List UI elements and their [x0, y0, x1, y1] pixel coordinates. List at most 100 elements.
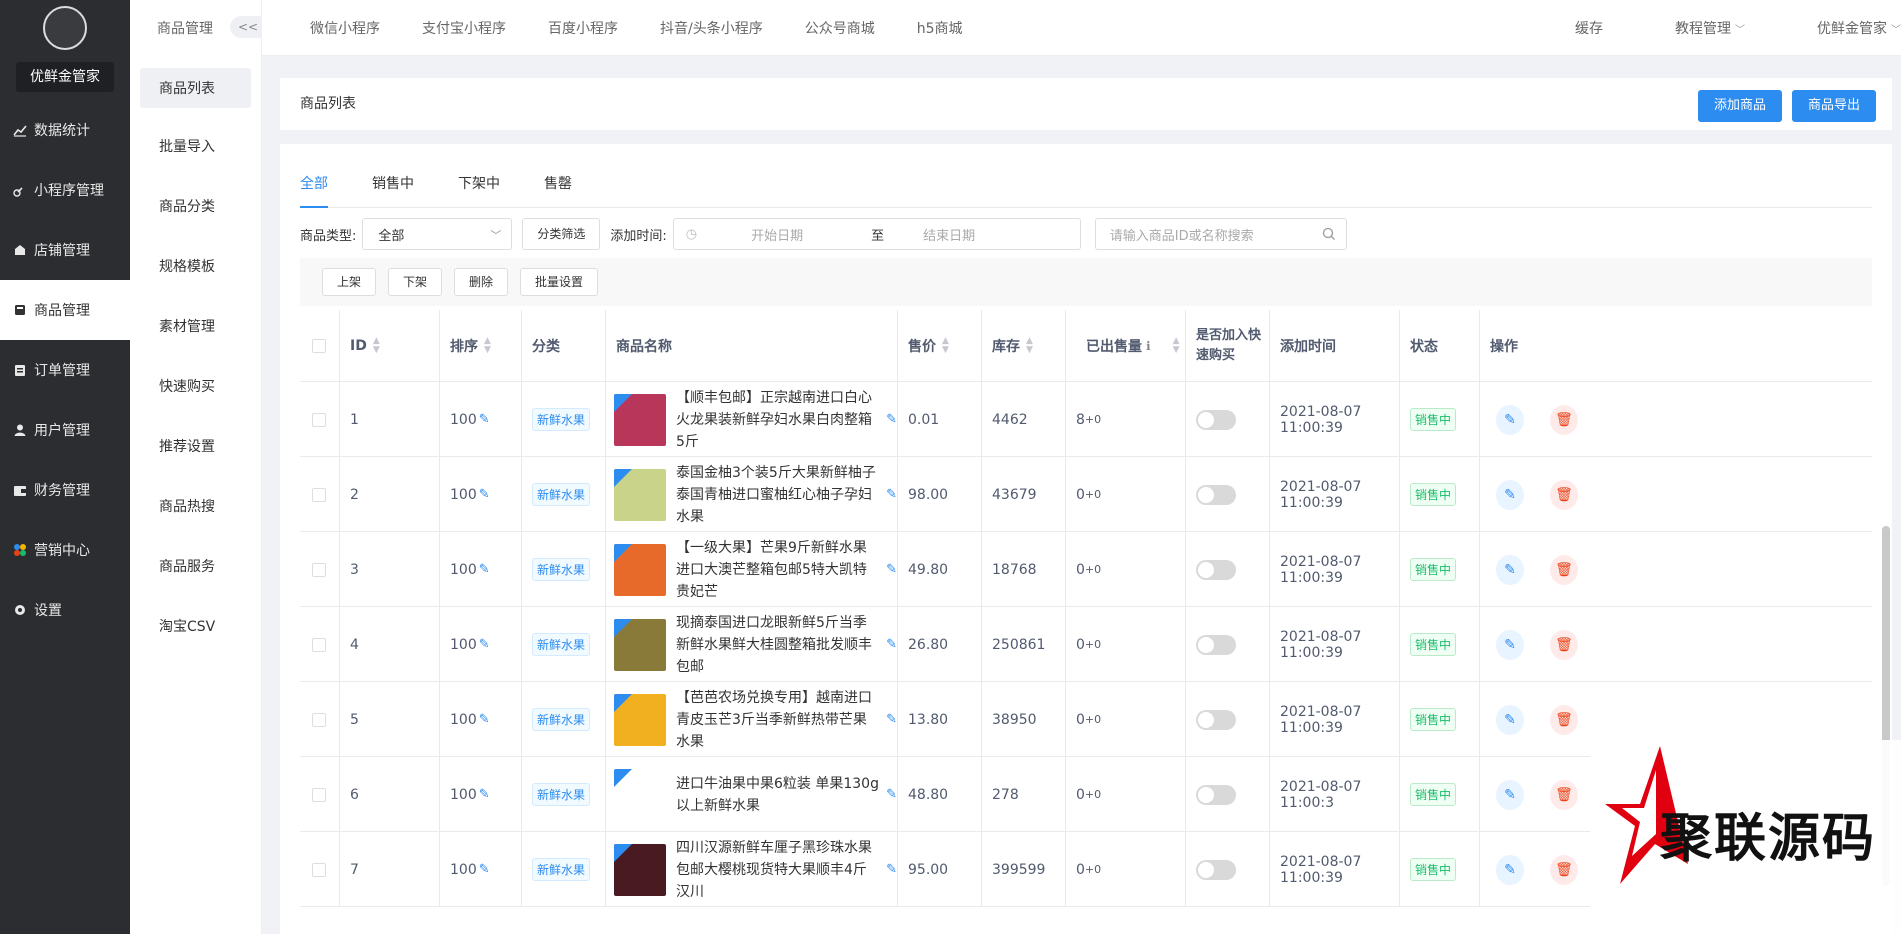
edit-sort-icon[interactable]: ✎ [479, 862, 490, 877]
edit-sort-icon[interactable]: ✎ [479, 562, 490, 577]
edit-sort-icon[interactable]: ✎ [479, 637, 490, 652]
info-icon[interactable]: ℹ [1146, 339, 1151, 353]
sidebar-item-3[interactable]: 店铺管理 [0, 220, 130, 280]
sort-icon[interactable]: ▲ ▼ [373, 337, 380, 355]
sidebar-item-2[interactable]: 小程序管理 [0, 160, 130, 220]
subnav-item[interactable]: 商品服务 [130, 536, 261, 596]
product-name[interactable]: 四川汉源新鲜车厘子黑珍珠水果包邮大樱桃现货特大果顺丰4斤汉川 [676, 837, 880, 903]
edit-sort-icon[interactable]: ✎ [479, 487, 490, 502]
edit-button[interactable]: ✎ [1496, 404, 1524, 435]
subnav-item[interactable]: 推荐设置 [130, 416, 261, 476]
edit-name-icon[interactable]: ✎ [886, 487, 897, 502]
edit-button[interactable]: ✎ [1496, 479, 1524, 510]
row-checkbox[interactable] [312, 562, 326, 577]
quick-buy-toggle[interactable] [1196, 409, 1236, 430]
edit-button[interactable]: ✎ [1496, 554, 1524, 585]
sidebar-item-8[interactable]: 营销中心 [0, 520, 130, 580]
product-name[interactable]: 【芭芭农场兑换专用】越南进口青皮玉芒3斤当季新鲜热带芒果水果 [676, 687, 880, 753]
cache-link[interactable]: 缓存 [1575, 18, 1603, 38]
status-tab[interactable]: 全部 [300, 174, 328, 208]
shelve-button[interactable]: 上架 [322, 268, 377, 296]
platform-tab[interactable]: 微信小程序 [310, 18, 380, 38]
avatar[interactable] [43, 6, 87, 50]
product-name[interactable]: 现摘泰国进口龙眼新鲜5斤当季新鲜水果鲜大桂圆整箱批发顺丰包邮 [676, 612, 880, 678]
delete-button[interactable]: 🗑 [1550, 629, 1578, 660]
batch-settings-button[interactable]: 批量设置 [520, 268, 599, 296]
start-date[interactable]: 开始日期 [751, 225, 871, 244]
status-tab[interactable]: 销售中 [372, 174, 414, 208]
user-menu[interactable]: 优鲜金管家 ﹀ [1781, 18, 1901, 38]
sidebar-item-1[interactable]: 数据统计 [0, 100, 130, 160]
product-name[interactable]: 进口牛油果中果6粒装 单果130g以上新鲜水果 [676, 773, 880, 817]
delete-button[interactable]: 🗑 [1550, 854, 1578, 885]
edit-button[interactable]: ✎ [1496, 779, 1524, 810]
sidebar-item-9[interactable]: 设置 [0, 580, 130, 640]
row-checkbox[interactable] [312, 712, 326, 727]
delete-button[interactable]: 🗑 [1550, 704, 1578, 735]
edit-name-icon[interactable]: ✎ [886, 562, 897, 577]
platform-tab[interactable]: 抖音/头条小程序 [660, 18, 763, 38]
category-filter-button[interactable]: 分类筛选 [522, 218, 601, 250]
end-date[interactable]: 结束日期 [923, 225, 975, 244]
row-checkbox[interactable] [312, 637, 326, 652]
quick-buy-toggle[interactable] [1196, 859, 1236, 880]
edit-button[interactable]: ✎ [1496, 704, 1524, 735]
sidebar-item-6[interactable]: 用户管理 [0, 400, 130, 460]
subnav-item[interactable]: 规格模板 [130, 236, 261, 296]
product-name[interactable]: 【一级大果】芒果9斤新鲜水果进口大澳芒整箱包邮5特大凯特贵妃芒 [676, 537, 880, 603]
subnav-item[interactable]: 淘宝CSV [130, 596, 261, 656]
subnav-item[interactable]: 商品列表 [140, 68, 251, 108]
select-all-checkbox[interactable] [312, 339, 326, 353]
delete-button[interactable]: 🗑 [1550, 404, 1578, 435]
quick-buy-toggle[interactable] [1196, 484, 1236, 505]
row-checkbox[interactable] [312, 412, 326, 427]
sort-icon[interactable]: ▲ ▼ [484, 337, 491, 355]
platform-tab[interactable]: h5商城 [917, 18, 963, 38]
row-checkbox[interactable] [312, 487, 326, 502]
quick-buy-toggle[interactable] [1196, 559, 1236, 580]
quick-buy-toggle[interactable] [1196, 784, 1236, 805]
status-tab[interactable]: 售罄 [544, 174, 572, 208]
quick-buy-toggle[interactable] [1196, 634, 1236, 655]
platform-tab[interactable]: 百度小程序 [548, 18, 618, 38]
subnav-item[interactable]: 素材管理 [130, 296, 261, 356]
quick-buy-toggle[interactable] [1196, 709, 1236, 730]
product-name[interactable]: 泰国金柚3个装5斤大果新鲜柚子泰国青柚进口蜜柚红心柚子孕妇水果 [676, 462, 880, 528]
edit-button[interactable]: ✎ [1496, 629, 1524, 660]
type-select[interactable]: 全部 ﹀ [362, 218, 513, 250]
collapse-button[interactable]: << [230, 16, 264, 38]
sidebar-item-7[interactable]: 财务管理 [0, 460, 130, 520]
unshelve-button[interactable]: 下架 [388, 268, 443, 296]
sidebar-item-5[interactable]: 订单管理 [0, 340, 130, 400]
edit-name-icon[interactable]: ✎ [886, 712, 897, 727]
subnav-item[interactable]: 商品分类 [130, 176, 261, 236]
delete-button[interactable]: 🗑 [1550, 554, 1578, 585]
edit-sort-icon[interactable]: ✎ [479, 412, 490, 427]
delete-button[interactable]: 🗑 [1550, 479, 1578, 510]
date-range-picker[interactable]: ◷ 开始日期 至 结束日期 [672, 218, 1081, 250]
row-checkbox[interactable] [312, 787, 326, 802]
table-scrollbar[interactable] [1882, 526, 1890, 886]
platform-tab[interactable]: 公众号商城 [805, 18, 875, 38]
edit-sort-icon[interactable]: ✎ [479, 787, 490, 802]
edit-sort-icon[interactable]: ✎ [479, 712, 490, 727]
tutorial-menu[interactable]: 教程管理 ﹀ [1639, 18, 1745, 38]
edit-name-icon[interactable]: ✎ [886, 862, 897, 877]
edit-name-icon[interactable]: ✎ [886, 787, 897, 802]
platform-tab[interactable]: 支付宝小程序 [422, 18, 506, 38]
sort-icon[interactable]: ▲ ▼ [942, 337, 949, 355]
status-tab[interactable]: 下架中 [458, 174, 500, 208]
edit-name-icon[interactable]: ✎ [886, 412, 897, 427]
delete-button[interactable]: 🗑 [1550, 779, 1578, 810]
edit-name-icon[interactable]: ✎ [886, 637, 897, 652]
product-name[interactable]: 【顺丰包邮】正宗越南进口白心火龙果装新鲜孕妇水果白肉整箱5斤 [676, 387, 880, 453]
export-products-button[interactable]: 商品导出 [1792, 90, 1877, 122]
row-checkbox[interactable] [312, 862, 326, 877]
delete-button[interactable]: 删除 [454, 268, 509, 296]
sort-icon[interactable]: ▲ ▼ [1173, 337, 1180, 355]
sidebar-item-4[interactable]: 商品管理 [0, 280, 130, 340]
subnav-item[interactable]: 快速购买 [130, 356, 261, 416]
edit-button[interactable]: ✎ [1496, 854, 1524, 885]
search-icon[interactable] [1322, 227, 1336, 245]
subnav-item[interactable]: 批量导入 [130, 116, 261, 176]
